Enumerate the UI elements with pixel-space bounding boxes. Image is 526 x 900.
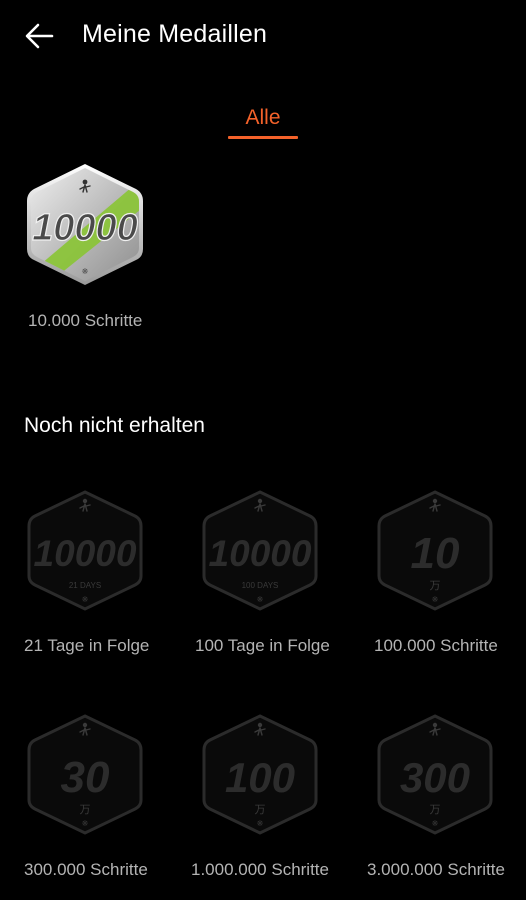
medal-sub: 100 DAYS — [242, 581, 279, 590]
section-title-not-earned: Noch nicht erhalten — [24, 414, 205, 437]
medal-number: 30 — [61, 753, 110, 802]
medal-300-wan-icon: 300 万 ❋ — [377, 714, 493, 835]
medal-21-days-icon: 10000 21 DAYS ❋ — [27, 490, 143, 611]
tab-label: Alle — [245, 106, 281, 129]
medal-100-wan-icon: 100 万 ❋ — [202, 714, 318, 835]
filter-tabs: Alle — [0, 100, 526, 144]
medal-30-wan-icon: 30 万 ❋ — [27, 714, 143, 835]
app-header: Meine Medaillen — [0, 0, 526, 72]
medal-earned-10000-steps[interactable]: 10000 ❋ — [25, 162, 145, 286]
medal-sub: 万 — [430, 803, 441, 816]
medal-number: 10000 — [209, 533, 312, 574]
svg-text:❋: ❋ — [432, 819, 439, 828]
svg-text:❋: ❋ — [257, 819, 264, 828]
medal-sub: 万 — [430, 579, 441, 592]
back-button[interactable] — [22, 18, 58, 54]
svg-text:❋: ❋ — [82, 267, 89, 276]
medal-number: 10000 — [34, 533, 137, 574]
tab-active-indicator — [228, 136, 298, 139]
medal-label: 3.000.000 Schritte — [367, 860, 505, 879]
svg-text:❋: ❋ — [257, 595, 264, 604]
medal-label: 21 Tage in Folge — [24, 636, 150, 655]
medal-label: 100 Tage in Folge — [195, 636, 330, 655]
page-title: Meine Medaillen — [82, 20, 268, 48]
medal-sub: 21 DAYS — [69, 581, 101, 590]
svg-text:❋: ❋ — [82, 819, 89, 828]
medal-label: 100.000 Schritte — [374, 636, 498, 655]
medal-label: 300.000 Schritte — [24, 860, 148, 879]
arrow-left-icon — [25, 23, 54, 49]
medal-sub: 万 — [255, 803, 266, 816]
medal-sub: 万 — [80, 803, 91, 816]
tab-all[interactable]: Alle — [228, 100, 298, 139]
medal-locked-300000-steps[interactable]: 30 万 ❋ — [25, 712, 145, 836]
medal-10-wan-icon: 10 万 ❋ — [377, 490, 493, 611]
svg-text:❋: ❋ — [82, 595, 89, 604]
medal-100-days-icon: 10000 100 DAYS ❋ — [202, 490, 318, 611]
medal-number: 10 — [411, 529, 460, 578]
medal-label: 1.000.000 Schritte — [191, 860, 329, 879]
medal-locked-100000-steps[interactable]: 10 万 ❋ — [375, 488, 495, 612]
medal-10000-icon: 10000 ❋ — [27, 164, 143, 285]
medal-number: 10000 — [32, 207, 138, 249]
medal-number: 100 — [225, 754, 295, 801]
medal-number: 300 — [400, 754, 470, 801]
medal-locked-1000000-steps[interactable]: 100 万 ❋ — [200, 712, 320, 836]
medal-locked-21-days[interactable]: 10000 21 DAYS ❋ — [25, 488, 145, 612]
medal-locked-100-days[interactable]: 10000 100 DAYS ❋ — [200, 488, 320, 612]
medal-locked-3000000-steps[interactable]: 300 万 ❋ — [375, 712, 495, 836]
medal-label-10000-steps: 10.000 Schritte — [28, 311, 143, 330]
svg-text:❋: ❋ — [432, 595, 439, 604]
